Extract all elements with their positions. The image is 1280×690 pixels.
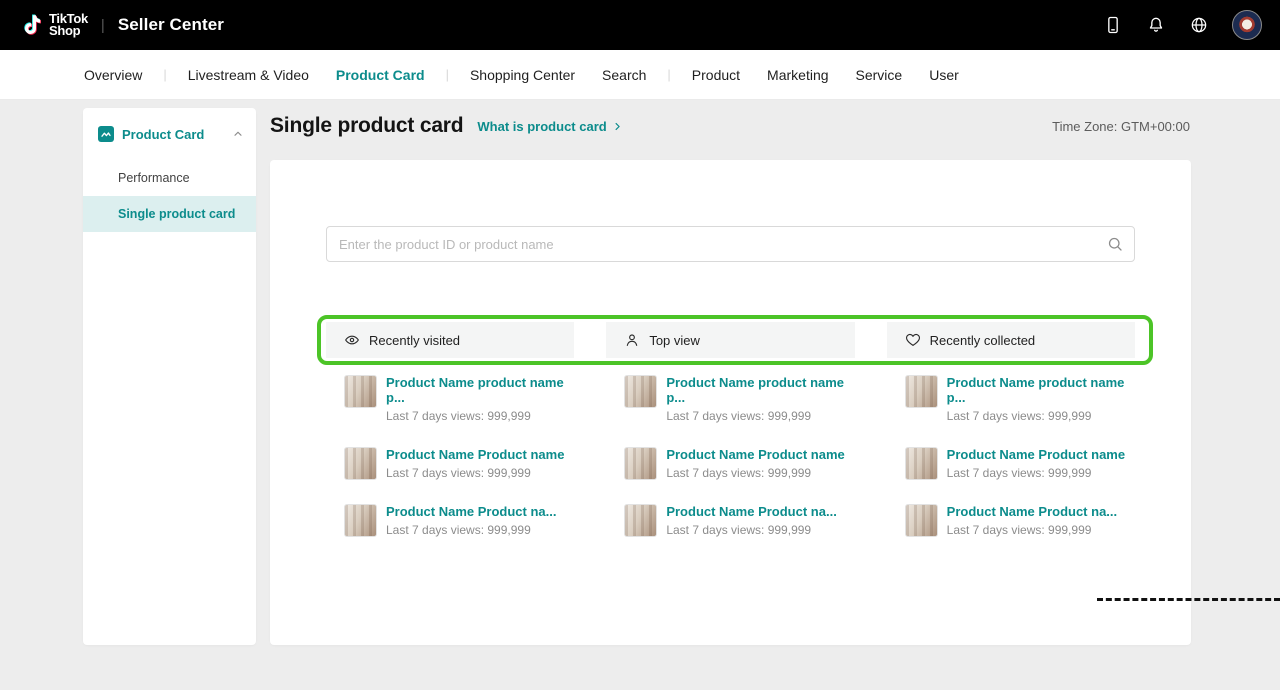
product-title: Product Name Product name xyxy=(666,447,844,462)
nav-product-card[interactable]: Product Card xyxy=(336,67,425,83)
brand-wordmark: TikTok Shop xyxy=(49,13,88,37)
brand-line-2: Shop xyxy=(49,25,88,37)
product-item[interactable]: Product Name product name p... Last 7 da… xyxy=(887,375,1135,423)
product-views: Last 7 days views: 999,999 xyxy=(947,409,1135,423)
product-title: Product Name Product name xyxy=(947,447,1125,462)
sidebar: Product Card Performance Single product … xyxy=(83,108,256,645)
nav-divider: | xyxy=(446,67,449,82)
top-view-header: Top view xyxy=(606,322,854,358)
sidebar-item-label: Performance xyxy=(118,171,190,185)
product-item[interactable]: Product Name Product na... Last 7 days v… xyxy=(326,504,574,537)
product-thumbnail xyxy=(905,375,938,408)
product-thumbnail xyxy=(905,504,938,537)
sidebar-item-performance[interactable]: Performance xyxy=(83,160,256,196)
product-title: Product Name Product name xyxy=(386,447,564,462)
product-title: Product Name product name p... xyxy=(947,375,1135,405)
nav-divider: | xyxy=(667,67,670,82)
topbar-divider: | xyxy=(101,17,105,34)
product-thumbnail xyxy=(344,447,377,480)
help-link-label: What is product card xyxy=(477,119,606,134)
tiktok-shop-logo[interactable]: TikTok Shop xyxy=(18,12,88,38)
product-title: Product Name Product na... xyxy=(947,504,1117,519)
product-title: Product Name Product na... xyxy=(666,504,836,519)
product-item[interactable]: Product Name product name p... Last 7 da… xyxy=(326,375,574,423)
account-avatar[interactable] xyxy=(1232,10,1262,40)
seller-center-app: { "colors": { "accent": "#0c8c8c", "gree… xyxy=(0,0,1280,690)
nav-search[interactable]: Search xyxy=(602,67,646,83)
recently-collected-header: Recently collected xyxy=(887,322,1135,358)
product-views: Last 7 days views: 999,999 xyxy=(386,409,574,423)
recently-collected-items: Product Name product name p... Last 7 da… xyxy=(887,375,1135,537)
product-thumbnail xyxy=(624,504,657,537)
search-row xyxy=(326,226,1135,262)
product-views: Last 7 days views: 999,999 xyxy=(947,466,1125,480)
column-header-label: Recently visited xyxy=(369,333,460,348)
nav-divider: | xyxy=(163,67,166,82)
sidebar-item-single-product-card[interactable]: Single product card xyxy=(83,196,256,232)
search-icon[interactable] xyxy=(1106,235,1124,253)
nav-service[interactable]: Service xyxy=(856,67,903,83)
product-item[interactable]: Product Name product name p... Last 7 da… xyxy=(606,375,854,423)
annotation-dashed-line xyxy=(1097,598,1280,601)
timezone-label: Time Zone: GTM+00:00 xyxy=(1052,119,1190,134)
mobile-app-icon[interactable] xyxy=(1103,15,1123,35)
product-item[interactable]: Product Name Product na... Last 7 days v… xyxy=(606,504,854,537)
product-views: Last 7 days views: 999,999 xyxy=(947,523,1117,537)
product-thumbnail xyxy=(624,447,657,480)
product-item[interactable]: Product Name Product name Last 7 days vi… xyxy=(326,447,574,480)
nav-overview[interactable]: Overview xyxy=(84,67,142,83)
what-is-product-card-link[interactable]: What is product card xyxy=(477,119,622,134)
product-search-input[interactable] xyxy=(326,226,1135,262)
nav-shopping-center[interactable]: Shopping Center xyxy=(470,67,575,83)
page-header: Single product card What is product card… xyxy=(270,114,1190,138)
nav-livestream-video[interactable]: Livestream & Video xyxy=(188,67,309,83)
product-thumbnail xyxy=(344,375,377,408)
column-header-label: Top view xyxy=(649,333,700,348)
chevron-up-icon[interactable] xyxy=(232,128,244,140)
sidebar-section-product-card[interactable]: Product Card xyxy=(83,108,256,142)
product-title: Product Name product name p... xyxy=(666,375,854,405)
chevron-right-icon xyxy=(612,121,623,132)
column-header-label: Recently collected xyxy=(930,333,1036,348)
product-views: Last 7 days views: 999,999 xyxy=(666,409,854,423)
notifications-bell-icon[interactable] xyxy=(1146,15,1166,35)
product-thumbnail xyxy=(624,375,657,408)
heart-icon xyxy=(905,332,921,348)
product-lists: Recently visited Product Name product na… xyxy=(326,322,1135,561)
product-thumbnail xyxy=(344,504,377,537)
primary-nav: Overview | Livestream & Video Product Ca… xyxy=(0,50,1280,100)
product-card-icon xyxy=(98,126,114,142)
product-views: Last 7 days views: 999,999 xyxy=(386,523,556,537)
product-views: Last 7 days views: 999,999 xyxy=(386,466,564,480)
product-thumbnail xyxy=(905,447,938,480)
language-globe-icon[interactable] xyxy=(1189,15,1209,35)
top-view-items: Product Name product name p... Last 7 da… xyxy=(606,375,854,537)
topbar: TikTok Shop | Seller Center xyxy=(0,0,1280,50)
product-views: Last 7 days views: 999,999 xyxy=(666,523,836,537)
nav-user[interactable]: User xyxy=(929,67,959,83)
product-item[interactable]: Product Name Product name Last 7 days vi… xyxy=(606,447,854,480)
user-icon xyxy=(624,332,640,348)
sidebar-items: Performance Single product card xyxy=(83,160,256,232)
nav-product[interactable]: Product xyxy=(692,67,740,83)
product-title: Product Name Product na... xyxy=(386,504,556,519)
column-recently-collected: Recently collected Product Name product … xyxy=(887,322,1135,561)
recently-visited-header: Recently visited xyxy=(326,322,574,358)
seller-center-title: Seller Center xyxy=(118,15,224,35)
sidebar-item-label: Single product card xyxy=(118,207,235,221)
product-title: Product Name product name p... xyxy=(386,375,574,405)
product-item[interactable]: Product Name Product name Last 7 days vi… xyxy=(887,447,1135,480)
tiktok-note-icon xyxy=(18,12,44,38)
sidebar-section-label: Product Card xyxy=(122,127,224,142)
product-views: Last 7 days views: 999,999 xyxy=(666,466,844,480)
nav-marketing[interactable]: Marketing xyxy=(767,67,828,83)
page-title: Single product card xyxy=(270,114,463,138)
column-recently-visited: Recently visited Product Name product na… xyxy=(326,322,574,561)
column-top-view: Top view Product Name product name p... … xyxy=(606,322,854,561)
product-item[interactable]: Product Name Product na... Last 7 days v… xyxy=(887,504,1135,537)
single-product-card-panel: Recently visited Product Name product na… xyxy=(270,160,1191,645)
eye-icon xyxy=(344,332,360,348)
recently-visited-items: Product Name product name p... Last 7 da… xyxy=(326,375,574,537)
topbar-actions xyxy=(1103,10,1262,40)
